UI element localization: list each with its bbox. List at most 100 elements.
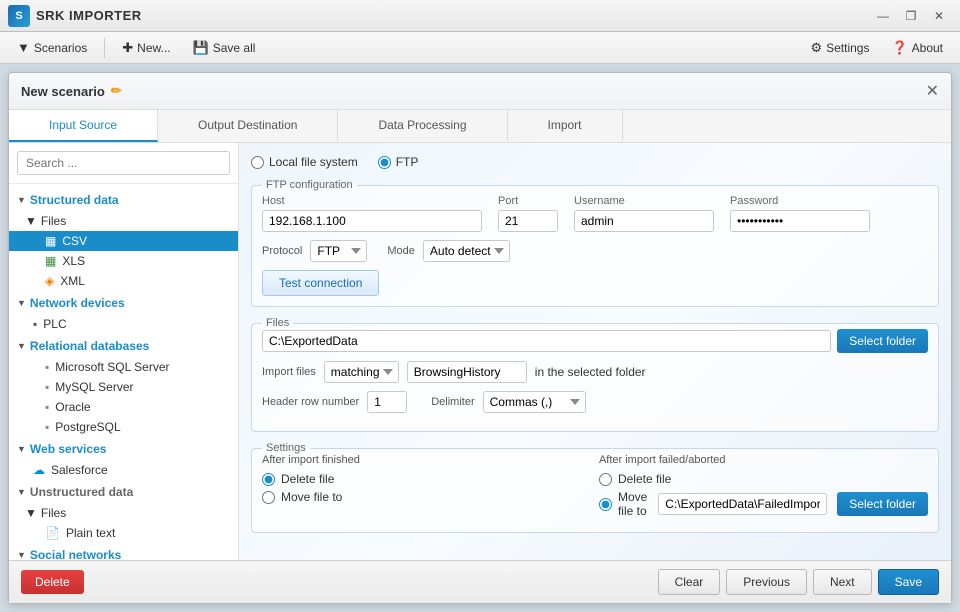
after-failed-title: After import failed/aborted xyxy=(599,454,928,466)
app-logo: S xyxy=(8,5,30,27)
main-window: New scenario ✏ ✕ Input Source Output Des… xyxy=(8,72,952,604)
failed-move-label: Move file to xyxy=(618,490,648,518)
db-arrow: ▼ xyxy=(17,341,26,351)
path-input[interactable] xyxy=(262,330,831,352)
tree-item-plain-text[interactable]: 📄 Plain text xyxy=(9,523,238,543)
username-input[interactable] xyxy=(574,210,714,232)
tree-item-xls[interactable]: ▦ XLS xyxy=(9,251,238,271)
category-social[interactable]: ▼ Social networks xyxy=(9,543,238,560)
select-folder-button[interactable]: Select folder xyxy=(837,329,928,353)
mssql-label: Microsoft SQL Server xyxy=(55,360,169,374)
password-input[interactable] xyxy=(730,210,870,232)
mode-select[interactable]: Auto detect Passive Active xyxy=(423,240,510,262)
tree-item-postgresql[interactable]: ▪ PostgreSQL xyxy=(9,417,238,437)
category-web-services[interactable]: ▼ Web services xyxy=(9,437,238,460)
move-file-to-option[interactable]: Move file to xyxy=(262,490,579,504)
local-fs-radio[interactable] xyxy=(251,156,264,169)
files-label: Files xyxy=(41,214,66,228)
tab-data-processing[interactable]: Data Processing xyxy=(338,110,507,142)
save-all-button[interactable]: 💾 Save all xyxy=(184,36,265,60)
local-fs-option[interactable]: Local file system xyxy=(251,155,358,169)
failed-move-radio[interactable] xyxy=(599,498,612,511)
scenarios-button[interactable]: ▼ Scenarios xyxy=(8,36,96,59)
protocol-select[interactable]: FTP FTPS SFTP xyxy=(310,240,367,262)
host-field: Host xyxy=(262,195,482,232)
search-input[interactable] xyxy=(17,151,230,175)
settings-legend: Settings xyxy=(262,442,310,454)
tab-output-destination[interactable]: Output Destination xyxy=(158,110,338,142)
network-devices-label: Network devices xyxy=(30,296,125,310)
minimize-button[interactable]: — xyxy=(870,5,896,27)
tree-item-xml[interactable]: ◈ XML xyxy=(9,271,238,291)
clear-button[interactable]: Clear xyxy=(658,569,721,595)
social-arrow: ▼ xyxy=(17,550,26,560)
files-group: Files Select folder Import files matchin… xyxy=(251,317,939,432)
group-files[interactable]: ▼ Files xyxy=(9,211,238,231)
previous-button[interactable]: Previous xyxy=(726,569,807,595)
delete-file-option[interactable]: Delete file xyxy=(262,472,579,486)
plain-text-label: Plain text xyxy=(66,526,115,540)
tree-item-oracle[interactable]: ▪ Oracle xyxy=(9,397,238,417)
failed-delete-radio[interactable] xyxy=(599,473,612,486)
host-input[interactable] xyxy=(262,210,482,232)
app-close-button[interactable]: ✕ xyxy=(926,5,952,27)
salesforce-icon: ☁ xyxy=(33,463,45,477)
test-connection-button[interactable]: Test connection xyxy=(262,270,379,296)
failed-select-folder-button[interactable]: Select folder xyxy=(837,492,928,516)
tree-item-csv[interactable]: ▦ CSV xyxy=(9,231,238,251)
about-button[interactable]: ❓ About xyxy=(882,36,952,60)
postgresql-icon: ▪ xyxy=(45,420,49,434)
after-failed-col: After import failed/aborted Delete file … xyxy=(599,454,928,522)
window-header: New scenario ✏ ✕ xyxy=(9,73,951,110)
failed-path-input[interactable] xyxy=(658,493,827,515)
mysql-icon: ▪ xyxy=(45,380,49,394)
password-label: Password xyxy=(730,195,870,207)
delimiter-select[interactable]: Commas (,) Semicolons (;) Tabs xyxy=(483,391,586,413)
category-relational-db[interactable]: ▼ Relational databases xyxy=(9,334,238,357)
tree: ▼ Structured data ▼ Files ▦ CSV ▦ XLS ◈ xyxy=(9,184,238,560)
plc-icon: ▪ xyxy=(33,317,37,331)
tree-item-mysql[interactable]: ▪ MySQL Server xyxy=(9,377,238,397)
delete-file-radio[interactable] xyxy=(262,473,275,486)
web-services-label: Web services xyxy=(30,442,107,456)
xls-label: XLS xyxy=(62,254,85,268)
username-label: Username xyxy=(574,195,714,207)
sidebar: ▼ Structured data ▼ Files ▦ CSV ▦ XLS ◈ xyxy=(9,143,239,560)
header-row-input[interactable] xyxy=(367,391,407,413)
ftp-radio[interactable] xyxy=(378,156,391,169)
matching-select[interactable]: matching xyxy=(324,361,399,383)
new-button[interactable]: ✚ New... xyxy=(113,36,179,60)
ftp-option[interactable]: FTP xyxy=(378,155,419,169)
failed-delete-option[interactable]: Delete file xyxy=(599,472,928,486)
category-structured-data[interactable]: ▼ Structured data xyxy=(9,188,238,211)
save-icon: 💾 xyxy=(193,40,209,56)
mysql-label: MySQL Server xyxy=(55,380,133,394)
category-network-devices[interactable]: ▼ Network devices xyxy=(9,291,238,314)
tree-item-salesforce[interactable]: ☁ Salesforce xyxy=(9,460,238,480)
filter-input[interactable] xyxy=(407,361,527,383)
maximize-button[interactable]: ❐ xyxy=(898,5,924,27)
group-unstructured-files[interactable]: ▼ Files xyxy=(9,503,238,523)
after-finished-col: After import finished Delete file Move f… xyxy=(262,454,579,522)
save-button[interactable]: Save xyxy=(878,569,939,595)
unstructured-arrow: ▼ xyxy=(17,487,26,497)
delete-button[interactable]: Delete xyxy=(21,570,84,594)
settings-button[interactable]: ⚙ Settings xyxy=(801,36,878,60)
next-button[interactable]: Next xyxy=(813,569,872,595)
move-file-radio[interactable] xyxy=(262,491,275,504)
about-label: About xyxy=(912,41,943,55)
tab-input-source[interactable]: Input Source xyxy=(9,110,158,142)
plain-text-icon: 📄 xyxy=(45,526,60,540)
tree-item-plc[interactable]: ▪ PLC xyxy=(9,314,238,334)
source-type-group: Local file system FTP xyxy=(251,155,939,169)
tree-item-mssql[interactable]: ▪ Microsoft SQL Server xyxy=(9,357,238,377)
category-unstructured[interactable]: ▼ Unstructured data xyxy=(9,480,238,503)
edit-icon: ✏ xyxy=(111,83,122,99)
delete-file-label: Delete file xyxy=(281,472,334,486)
window-close-button[interactable]: ✕ xyxy=(926,81,939,101)
oracle-icon: ▪ xyxy=(45,400,49,414)
xml-label: XML xyxy=(60,274,85,288)
port-input[interactable] xyxy=(498,210,558,232)
tab-import[interactable]: Import xyxy=(508,110,623,142)
right-panel: Local file system FTP FTP configuration … xyxy=(239,143,951,560)
